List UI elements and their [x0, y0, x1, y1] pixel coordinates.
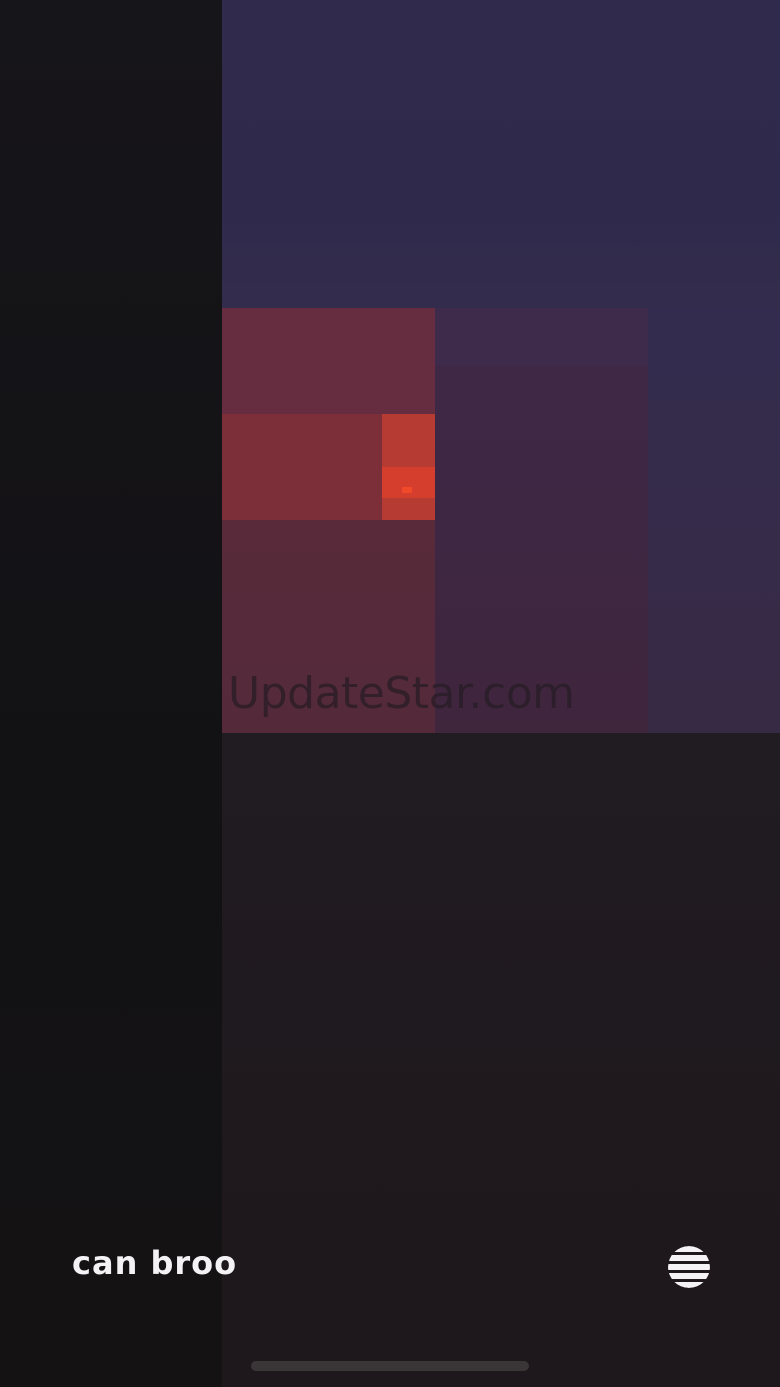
- watermark-text: UpdateStar.com: [228, 668, 575, 719]
- striped-circle-menu-icon: [668, 1246, 710, 1288]
- red-middle-block: [222, 414, 382, 520]
- bottom-dark-block: [222, 733, 780, 1387]
- orange-highlight-block: [402, 487, 412, 493]
- brand-label[interactable]: can broo: [72, 1244, 237, 1282]
- purple-top-strip-block: [435, 308, 648, 366]
- orange-core-block: [382, 467, 435, 498]
- menu-button[interactable]: [668, 1246, 710, 1288]
- red-upper-block: [222, 308, 435, 414]
- top-indigo-block: [222, 0, 780, 308]
- left-dark-panel: [0, 0, 222, 1387]
- app-screen: UpdateStar.com can broo: [0, 0, 780, 1387]
- indigo-right-block: [648, 308, 780, 733]
- home-indicator[interactable]: [251, 1361, 529, 1371]
